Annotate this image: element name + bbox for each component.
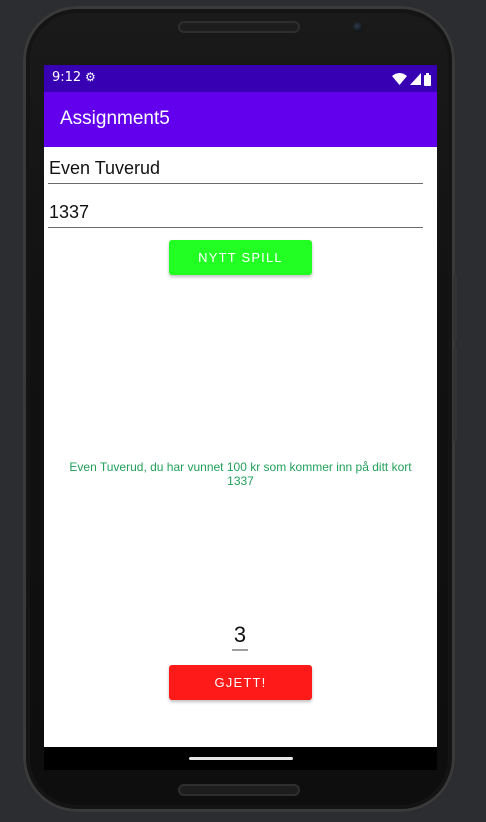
signal-icon [410,73,421,85]
settings-notification-icon: ⚙ [85,70,96,84]
home-gesture-handle[interactable] [189,757,293,760]
status-bar: 9:12 ⚙ [44,65,437,92]
app-bar: Assignment5 [44,92,437,147]
result-message-line2: 1337 [227,474,254,488]
phone-screen: 9:12 ⚙ Assignment5 Even Tuverud 1337 NYT… [44,65,437,770]
result-message-line1: Even Tuverud, du har vunnet 100 kr som k… [69,460,412,474]
status-time: 9:12 [52,70,82,85]
name-input[interactable]: Even Tuverud [48,153,423,184]
result-message: Even Tuverud, du har vunnet 100 kr som k… [44,460,437,488]
bottom-speaker [178,784,300,796]
wifi-icon [392,73,407,85]
front-camera [353,22,363,32]
volume-button [453,274,457,342]
guess-button[interactable]: GJETT! [169,665,312,700]
app-title: Assignment5 [60,108,170,129]
status-icons [392,72,431,86]
battery-icon [424,72,431,86]
new-game-button[interactable]: NYTT SPILL [169,240,312,275]
guess-input[interactable]: 3 [232,621,248,651]
card-number-input[interactable]: 1337 [48,197,423,228]
earpiece-speaker [178,21,300,33]
power-button [453,346,457,442]
main-content: Even Tuverud 1337 NYTT SPILL Even Tuveru… [44,147,437,747]
phone-frame: 9:12 ⚙ Assignment5 Even Tuverud 1337 NYT… [23,6,457,812]
navigation-bar [44,747,437,770]
